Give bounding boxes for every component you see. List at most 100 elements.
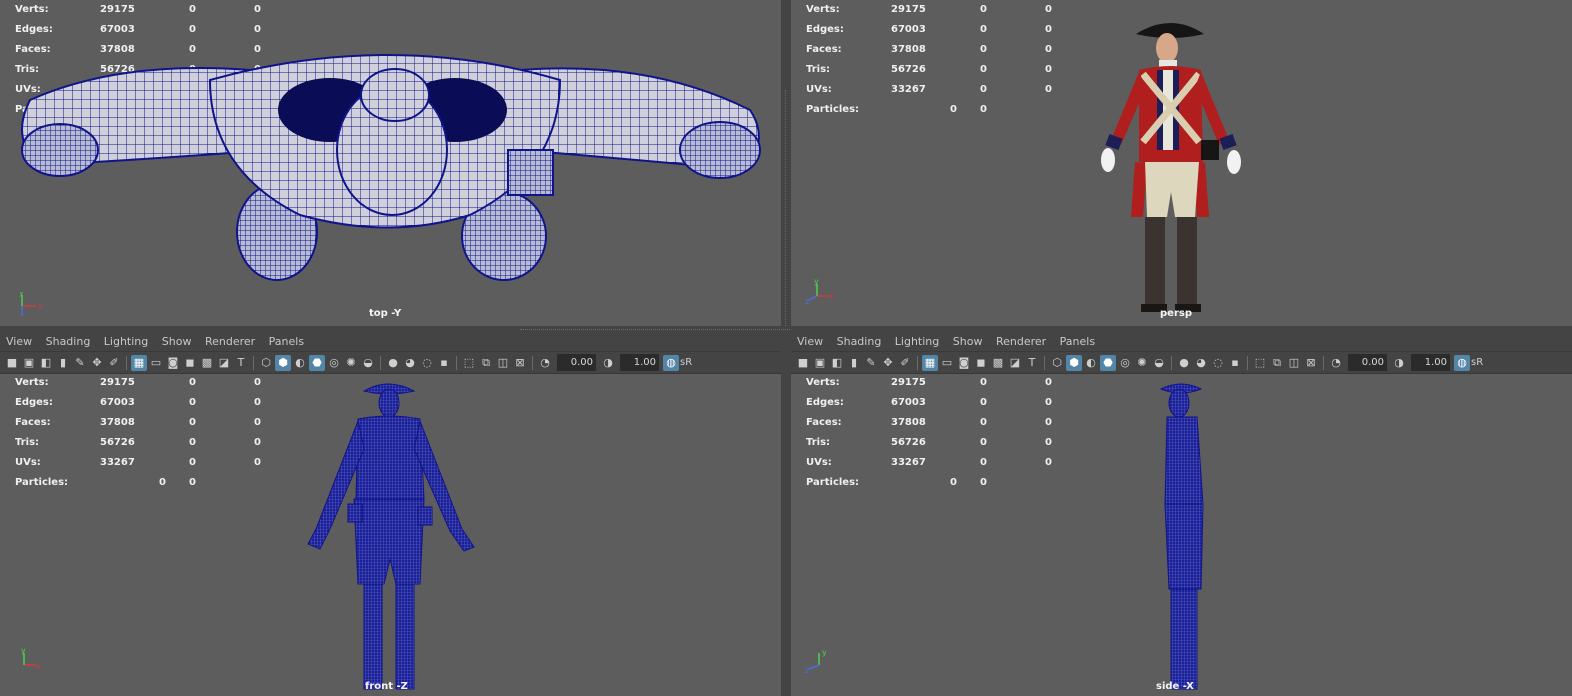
- viewport-persp[interactable]: Verts: 29175 0 0 Edges: 67003 0 0 Faces: 37808 0…: [791, 0, 1572, 326]
- gamma-field[interactable]: [1411, 354, 1450, 371]
- resolution-gate-icon[interactable]: ◙: [956, 355, 972, 371]
- character-wireframe-side[interactable]: [1151, 379, 1221, 694]
- color-space-label[interactable]: sR: [680, 357, 692, 368]
- bookmark-icon[interactable]: ◧: [829, 355, 845, 371]
- axis-gizmo: x y: [21, 647, 41, 671]
- field-chart-icon[interactable]: ▩: [990, 355, 1006, 371]
- lights-icon[interactable]: ✺: [1134, 355, 1150, 371]
- xray-active-icon[interactable]: ◫: [1286, 355, 1302, 371]
- horizontal-panel-splitter[interactable]: [0, 326, 1572, 333]
- menu-panels[interactable]: Panels: [269, 335, 304, 348]
- wireframe-icon[interactable]: ⬡: [1049, 355, 1065, 371]
- menu-shading[interactable]: Shading: [837, 335, 882, 348]
- xray-icon[interactable]: ◎: [326, 355, 342, 371]
- anti-alias-icon[interactable]: ◌: [419, 355, 435, 371]
- exposure-field[interactable]: [557, 354, 596, 371]
- 2d-pan-zoom-icon[interactable]: ✥: [89, 355, 105, 371]
- svg-text:z: z: [805, 666, 809, 675]
- character-wireframe-front[interactable]: [296, 379, 486, 694]
- shadows-icon[interactable]: ◒: [360, 355, 376, 371]
- film-gate-icon[interactable]: ▭: [939, 355, 955, 371]
- menu-view[interactable]: View: [797, 335, 823, 348]
- dof-icon[interactable]: ▪: [436, 355, 452, 371]
- xray-joints-icon[interactable]: ⧉: [478, 355, 494, 371]
- viewport-front[interactable]: View Shading Lighting Show Renderer Pane…: [0, 333, 781, 696]
- isolate-icon[interactable]: ⬚: [1252, 355, 1268, 371]
- grid-icon[interactable]: ▦: [922, 354, 938, 371]
- menu-renderer[interactable]: Renderer: [205, 335, 255, 348]
- paint-icon[interactable]: ✐: [106, 355, 122, 371]
- view-transform-icon[interactable]: ◍: [1454, 354, 1470, 371]
- shadows-icon[interactable]: ◒: [1151, 355, 1167, 371]
- viewport-side[interactable]: View Shading Lighting Show Renderer Pane…: [791, 333, 1572, 696]
- panel-menubar: View Shading Lighting Show Renderer Pane…: [791, 333, 1572, 351]
- axis-gizmo: y z: [805, 648, 827, 675]
- menu-show[interactable]: Show: [162, 335, 192, 348]
- isolate-icon[interactable]: ⬚: [461, 355, 477, 371]
- smooth-shade-icon[interactable]: ⬢: [275, 354, 291, 371]
- camera-icon[interactable]: ■: [795, 355, 811, 371]
- motion-blur-icon[interactable]: ◕: [1193, 355, 1209, 371]
- image-plane-icon[interactable]: ▮: [846, 355, 862, 371]
- film-gate-icon[interactable]: ▭: [148, 355, 164, 371]
- gamma-icon[interactable]: ◑: [600, 355, 616, 371]
- xray-icon[interactable]: ◎: [1117, 355, 1133, 371]
- safe-action-icon[interactable]: ◪: [216, 355, 232, 371]
- grease-pencil-icon[interactable]: ✎: [72, 355, 88, 371]
- svg-text:x: x: [829, 292, 834, 301]
- vertical-panel-splitter[interactable]: [781, 0, 791, 696]
- xray-active-icon[interactable]: ◫: [495, 355, 511, 371]
- backface-icon[interactable]: ⊠: [512, 355, 528, 371]
- safe-title-icon[interactable]: T: [233, 355, 249, 371]
- hud-row-faces: Faces: 37808 0 0: [806, 44, 1052, 55]
- field-chart-icon[interactable]: ▩: [199, 355, 215, 371]
- hud-row-verts: Verts: 29175 0 0: [15, 377, 261, 388]
- gate-mask-icon[interactable]: ◼: [182, 355, 198, 371]
- grid-icon[interactable]: ▦: [131, 354, 147, 371]
- smooth-shade-icon[interactable]: ⬢: [1066, 354, 1082, 371]
- xray-joints-icon[interactable]: ⧉: [1269, 355, 1285, 371]
- dof-icon[interactable]: ▪: [1227, 355, 1243, 371]
- bookmark-icon[interactable]: ◧: [38, 355, 54, 371]
- exposure-icon[interactable]: ◔: [537, 355, 553, 371]
- safe-title-icon[interactable]: T: [1024, 355, 1040, 371]
- exposure-field[interactable]: [1348, 354, 1387, 371]
- camera-attr-icon[interactable]: ▣: [21, 355, 37, 371]
- wireframe-on-shaded-icon[interactable]: ⬣: [1100, 354, 1116, 371]
- ssao-icon[interactable]: ●: [1176, 355, 1192, 371]
- 2d-pan-zoom-icon[interactable]: ✥: [880, 355, 896, 371]
- lights-icon[interactable]: ✺: [343, 355, 359, 371]
- resolution-gate-icon[interactable]: ◙: [165, 355, 181, 371]
- view-transform-icon[interactable]: ◍: [663, 354, 679, 371]
- exposure-icon[interactable]: ◔: [1328, 355, 1344, 371]
- menu-lighting[interactable]: Lighting: [895, 335, 939, 348]
- color-space-label[interactable]: sR: [1471, 357, 1483, 368]
- wireframe-icon[interactable]: ⬡: [258, 355, 274, 371]
- default-material-icon[interactable]: ◐: [1083, 355, 1099, 371]
- wireframe-on-shaded-icon[interactable]: ⬣: [309, 354, 325, 371]
- camera-attr-icon[interactable]: ▣: [812, 355, 828, 371]
- image-plane-icon[interactable]: ▮: [55, 355, 71, 371]
- menu-panels[interactable]: Panels: [1060, 335, 1095, 348]
- motion-blur-icon[interactable]: ◕: [402, 355, 418, 371]
- menu-shading[interactable]: Shading: [46, 335, 91, 348]
- menu-renderer[interactable]: Renderer: [996, 335, 1046, 348]
- grease-pencil-icon[interactable]: ✎: [863, 355, 879, 371]
- menu-lighting[interactable]: Lighting: [104, 335, 148, 348]
- backface-icon[interactable]: ⊠: [1303, 355, 1319, 371]
- default-material-icon[interactable]: ◐: [292, 355, 308, 371]
- anti-alias-icon[interactable]: ◌: [1210, 355, 1226, 371]
- ssao-icon[interactable]: ●: [385, 355, 401, 371]
- camera-label: persp: [1160, 308, 1192, 319]
- menu-view[interactable]: View: [6, 335, 32, 348]
- gamma-icon[interactable]: ◑: [1391, 355, 1407, 371]
- character-mesh-top-view[interactable]: [0, 0, 781, 326]
- camera-icon[interactable]: ■: [4, 355, 20, 371]
- paint-icon[interactable]: ✐: [897, 355, 913, 371]
- menu-show[interactable]: Show: [953, 335, 983, 348]
- gate-mask-icon[interactable]: ◼: [973, 355, 989, 371]
- gamma-field[interactable]: [620, 354, 659, 371]
- viewport-top[interactable]: Verts: 29175 0 0 Edges: 67003 0 0 Faces: 37808 0…: [0, 0, 781, 326]
- character-shaded-persp[interactable]: [1091, 12, 1261, 317]
- safe-action-icon[interactable]: ◪: [1007, 355, 1023, 371]
